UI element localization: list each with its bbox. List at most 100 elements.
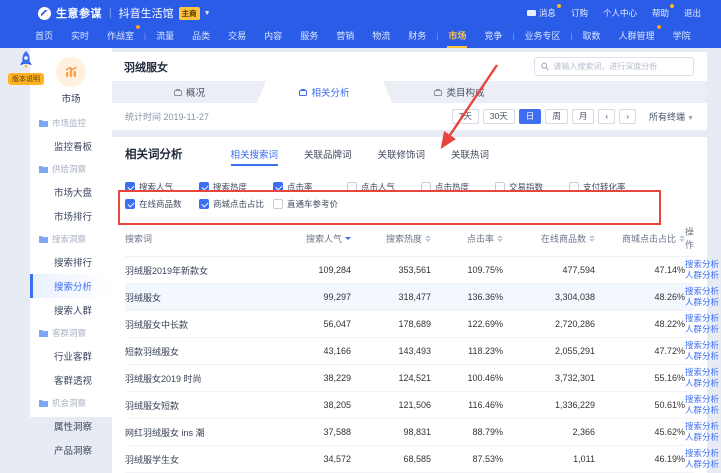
nav-traffic[interactable]: 流量 bbox=[147, 29, 183, 48]
help-link[interactable]: 帮助 bbox=[652, 7, 669, 19]
sidebar-item-monitor-board[interactable]: 监控看板 bbox=[30, 134, 112, 158]
checkbox-unchecked-icon[interactable] bbox=[421, 182, 431, 192]
tab-overview[interactable]: 概况 bbox=[122, 81, 257, 103]
tab-related-brand-words[interactable]: 关联品牌词 bbox=[304, 147, 352, 166]
search-analysis-link[interactable]: 搜索分析 bbox=[685, 395, 719, 405]
nav-content[interactable]: 内容 bbox=[255, 29, 291, 48]
range-7d-button[interactable]: 7天 bbox=[452, 109, 479, 125]
messages-link[interactable]: 消息 bbox=[527, 7, 556, 19]
search-analysis-link[interactable]: 搜索分析 bbox=[685, 260, 719, 270]
nav-home[interactable]: 首页 bbox=[26, 29, 62, 48]
crowd-analysis-link[interactable]: 人群分析 bbox=[685, 352, 719, 362]
row-actions: 搜索分析人群分析 bbox=[685, 395, 719, 415]
tab-related-analysis[interactable]: 相关分析 bbox=[257, 81, 392, 103]
search-analysis-link[interactable]: 搜索分析 bbox=[685, 287, 719, 297]
sidebar-item-attribute-insight[interactable]: 属性洞察 bbox=[30, 414, 112, 438]
nav-marketing[interactable]: 营销 bbox=[327, 29, 363, 48]
tab-related-modifier-words[interactable]: 关联修饰词 bbox=[378, 147, 426, 166]
nav-finance[interactable]: 财务 bbox=[399, 29, 435, 48]
tab-related-hot-words[interactable]: 关联热词 bbox=[451, 147, 489, 166]
checkbox-checked-icon[interactable] bbox=[125, 182, 135, 192]
nav-market[interactable]: 市场 bbox=[439, 29, 475, 48]
sidebar-item-search-ranking[interactable]: 搜索排行 bbox=[30, 250, 112, 274]
next-button[interactable]: › bbox=[619, 109, 636, 125]
nav-academy[interactable]: 学院 bbox=[664, 29, 700, 48]
filter-click-popularity[interactable]: 点击人气 bbox=[347, 181, 421, 193]
col-keyword[interactable]: 搜索词 bbox=[125, 232, 271, 245]
search-analysis-link[interactable]: 搜索分析 bbox=[685, 314, 719, 324]
sidebar-item-product-insight[interactable]: 产品洞察 bbox=[30, 438, 112, 462]
nav-category[interactable]: 品类 bbox=[183, 29, 219, 48]
logout-link[interactable]: 退出 bbox=[684, 7, 701, 19]
filter-click-heat[interactable]: 点击热度 bbox=[421, 181, 495, 193]
sidebar-group-market-monitor[interactable]: 市场监控 bbox=[30, 112, 112, 134]
search-analysis-link[interactable]: 搜索分析 bbox=[685, 341, 719, 351]
unit-week-button[interactable]: 周 bbox=[545, 109, 568, 125]
search-input[interactable] bbox=[553, 62, 687, 71]
col-click-rate[interactable]: 点击率 bbox=[431, 232, 503, 245]
sidebar-item-customer-perspective[interactable]: 客群透视 bbox=[30, 368, 112, 392]
crowd-analysis-link[interactable]: 人群分析 bbox=[685, 298, 719, 308]
nav-crowd-management[interactable]: 人群管理 bbox=[610, 29, 664, 48]
nav-trade[interactable]: 交易 bbox=[219, 29, 255, 48]
filter-online-products[interactable]: 在线商品数 bbox=[125, 198, 199, 210]
sidebar-item-industry-customer[interactable]: 行业客群 bbox=[30, 344, 112, 368]
crowd-analysis-link[interactable]: 人群分析 bbox=[685, 433, 719, 443]
nav-logistics[interactable]: 物流 bbox=[363, 29, 399, 48]
filter-train-ref-price[interactable]: 直通车参考价 bbox=[273, 198, 347, 210]
tab-category-composition[interactable]: 类目构成 bbox=[392, 81, 527, 103]
checkbox-unchecked-icon[interactable] bbox=[495, 182, 505, 192]
checkbox-checked-icon[interactable] bbox=[125, 199, 135, 209]
order-link[interactable]: 订购 bbox=[571, 7, 588, 19]
sidebar-group-customer-insight[interactable]: 客群洞察 bbox=[30, 322, 112, 344]
nav-service[interactable]: 服务 bbox=[291, 29, 327, 48]
sidebar-item-market-overview[interactable]: 市场大盘 bbox=[30, 180, 112, 204]
nav-data-fetch[interactable]: 取数 bbox=[574, 29, 610, 48]
filter-mall-click-share[interactable]: 商城点击占比 bbox=[199, 198, 273, 210]
unit-day-button[interactable]: 日 bbox=[519, 109, 542, 125]
crowd-analysis-link[interactable]: 人群分析 bbox=[685, 379, 719, 389]
search-analysis-link[interactable]: 搜索分析 bbox=[685, 449, 719, 459]
checkbox-unchecked-icon[interactable] bbox=[569, 182, 579, 192]
crowd-analysis-link[interactable]: 人群分析 bbox=[685, 271, 719, 281]
sidebar-group-supply-insight[interactable]: 供给洞察 bbox=[30, 158, 112, 180]
checkbox-checked-icon[interactable] bbox=[273, 182, 283, 192]
search-analysis-link[interactable]: 搜索分析 bbox=[685, 422, 719, 432]
search-analysis-link[interactable]: 搜索分析 bbox=[685, 368, 719, 378]
col-search-popularity[interactable]: 搜索人气 bbox=[271, 232, 351, 245]
filter-pay-conversion[interactable]: 支付转化率 bbox=[569, 181, 643, 193]
shop-switcher[interactable]: 抖音生活馆 主商 ▼ bbox=[119, 5, 211, 21]
sidebar-item-market-ranking[interactable]: 市场排行 bbox=[30, 204, 112, 228]
nav-business-zone[interactable]: 业务专区 bbox=[515, 29, 569, 48]
col-online-products[interactable]: 在线商品数 bbox=[503, 232, 595, 245]
sidebar-group-search-insight[interactable]: 搜索洞察 bbox=[30, 228, 112, 250]
crowd-analysis-link[interactable]: 人群分析 bbox=[685, 325, 719, 335]
checkbox-unchecked-icon[interactable] bbox=[347, 182, 357, 192]
account-menu: 消息 订购 个人中心 帮助 退出 bbox=[527, 7, 701, 19]
filter-trade-index[interactable]: 交易指数 bbox=[495, 181, 569, 193]
version-widget[interactable]: 版本说明 bbox=[8, 50, 44, 85]
nav-realtime[interactable]: 实时 bbox=[62, 29, 98, 48]
crowd-analysis-link[interactable]: 人群分析 bbox=[685, 460, 719, 470]
col-mall-click-share[interactable]: 商城点击占比 bbox=[595, 232, 685, 245]
checkbox-checked-icon[interactable] bbox=[199, 199, 209, 209]
col-search-heat[interactable]: 搜索热度 bbox=[351, 232, 431, 245]
checkbox-unchecked-icon[interactable] bbox=[273, 199, 283, 209]
filter-search-popularity[interactable]: 搜索人气 bbox=[125, 181, 199, 193]
personal-center-link[interactable]: 个人中心 bbox=[603, 7, 637, 19]
checkbox-checked-icon[interactable] bbox=[199, 182, 209, 192]
nav-warroom[interactable]: 作战室 bbox=[98, 29, 143, 48]
terminal-filter-dropdown[interactable]: 所有终端▼ bbox=[649, 110, 694, 123]
sidebar-item-search-analysis[interactable]: 搜索分析 bbox=[30, 274, 112, 298]
nav-competition[interactable]: 竞争 bbox=[475, 29, 511, 48]
range-30d-button[interactable]: 30天 bbox=[483, 109, 515, 125]
prev-button[interactable]: ‹ bbox=[598, 109, 615, 125]
crowd-analysis-link[interactable]: 人群分析 bbox=[685, 406, 719, 416]
sidebar-group-opportunity-insight[interactable]: 机会洞察 bbox=[30, 392, 112, 414]
tab-related-search-words[interactable]: 相关搜索词 bbox=[231, 147, 279, 166]
unit-month-button[interactable]: 月 bbox=[572, 109, 595, 125]
keyword-search-box[interactable] bbox=[534, 57, 694, 76]
filter-click-rate[interactable]: 点击率 bbox=[273, 181, 347, 193]
sidebar-item-search-crowd[interactable]: 搜索人群 bbox=[30, 298, 112, 322]
filter-search-heat[interactable]: 搜索热度 bbox=[199, 181, 273, 193]
